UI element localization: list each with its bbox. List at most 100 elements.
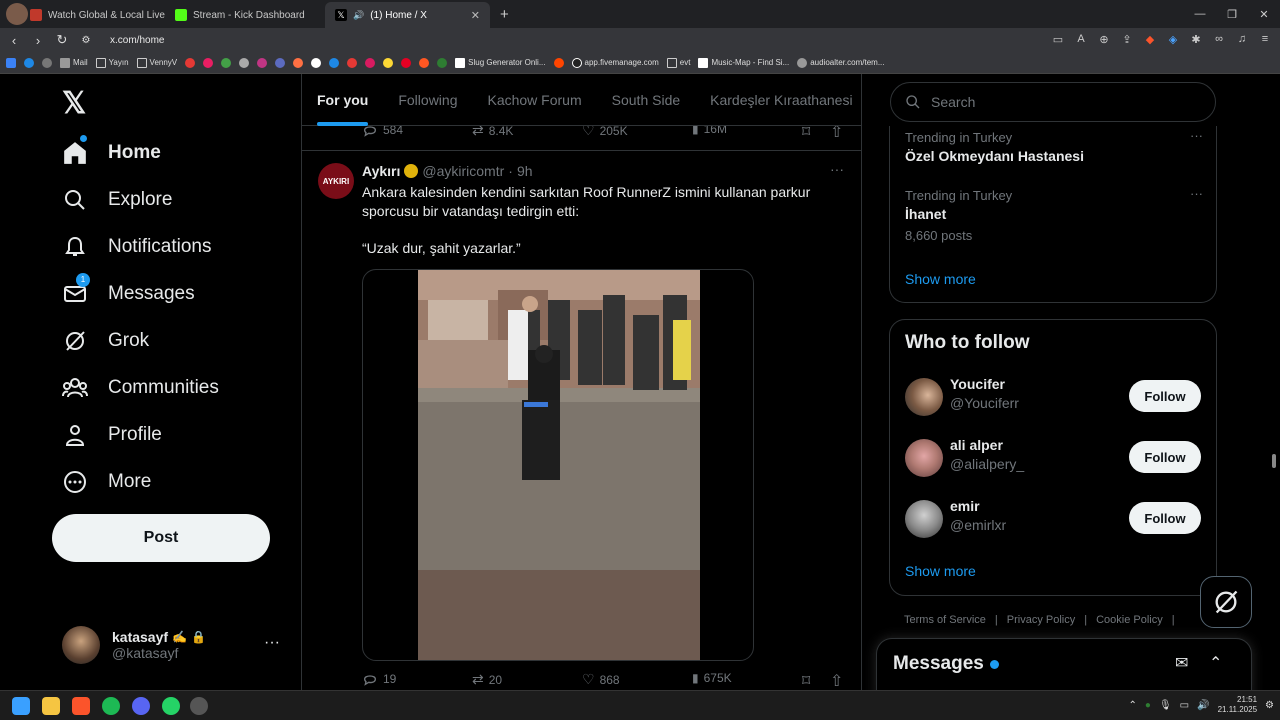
- browser-tab-2[interactable]: Stream - Kick Dashboard: [165, 2, 325, 28]
- wallet-icon[interactable]: ◈: [1166, 32, 1180, 46]
- trends-show-more-link[interactable]: Show more: [905, 271, 976, 287]
- nav-explore[interactable]: Explore: [62, 187, 172, 213]
- tweet-more-icon[interactable]: ···: [830, 161, 844, 177]
- close-window-icon[interactable]: ✕: [1248, 0, 1280, 28]
- steam-icon[interactable]: [190, 697, 208, 715]
- cookie-link[interactable]: Cookie Policy: [1096, 614, 1163, 626]
- brave-browser-icon[interactable]: [72, 697, 90, 715]
- scrollbar-thumb[interactable]: [1272, 454, 1276, 468]
- terms-link[interactable]: Terms of Service: [904, 614, 986, 626]
- tweet-author-name[interactable]: Aykırı: [362, 163, 400, 179]
- share-icon[interactable]: ⇪: [1120, 32, 1134, 46]
- repost-button[interactable]: ⇄ 20: [472, 671, 502, 688]
- grok-floating-button[interactable]: [1200, 576, 1252, 628]
- bookmark-icon-only[interactable]: [401, 57, 412, 68]
- discord-icon[interactable]: [132, 697, 150, 715]
- media-icon[interactable]: ♫: [1235, 32, 1249, 46]
- site-info-icon[interactable]: ⚙: [76, 35, 96, 46]
- whatsapp-icon[interactable]: [162, 697, 180, 715]
- windows-start-icon[interactable]: [12, 697, 30, 715]
- x-logo-icon[interactable]: 𝕏: [62, 86, 86, 121]
- bookmark-icon-only[interactable]: [347, 57, 358, 68]
- bookmark-icon-only[interactable]: [553, 57, 564, 68]
- follow-button[interactable]: Follow: [1129, 441, 1201, 473]
- bookmark-icon-only[interactable]: [257, 57, 268, 68]
- trend-more-icon[interactable]: ···: [1190, 186, 1203, 201]
- bookmark-icon-only[interactable]: [221, 57, 232, 68]
- trend-more-icon[interactable]: ···: [1190, 128, 1203, 143]
- bookmark-icon-only[interactable]: [437, 57, 448, 68]
- tab-following[interactable]: Following: [383, 74, 472, 126]
- bookmark-icon-only[interactable]: [239, 57, 250, 68]
- bookmark-icon-only[interactable]: [311, 57, 322, 68]
- bookmark-icon-only[interactable]: [419, 57, 430, 68]
- tab-south-side[interactable]: South Side: [597, 74, 696, 126]
- bookmark-folder-evt[interactable]: evt: [666, 57, 690, 68]
- follow-suggestion[interactable]: ali alper @alialpery_ Follow: [905, 435, 1205, 485]
- translate-icon[interactable]: A: [1074, 32, 1088, 46]
- tray-app-icon[interactable]: ●: [1145, 700, 1151, 711]
- tweet-video[interactable]: [362, 269, 754, 661]
- follow-button[interactable]: Follow: [1129, 502, 1201, 534]
- tab-close-icon[interactable]: ✕: [471, 9, 480, 22]
- tweet-author-handle[interactable]: @aykiricomtr: [422, 163, 504, 179]
- bookmark-audioalter[interactable]: audioalter.com/tem...: [797, 57, 885, 68]
- new-message-icon[interactable]: ✉: [1175, 653, 1188, 673]
- zoom-icon[interactable]: ⊕: [1097, 32, 1111, 46]
- clock[interactable]: 21:51 21.11.2025: [1218, 695, 1257, 715]
- tab-kachow-forum[interactable]: Kachow Forum: [472, 74, 596, 126]
- url-field[interactable]: x.com/home: [110, 35, 164, 46]
- microphone-icon[interactable]: 🎙: [1159, 700, 1172, 711]
- avatar[interactable]: AYKIRI: [318, 163, 354, 199]
- account-more-icon[interactable]: ···: [264, 634, 280, 652]
- volume-icon[interactable]: 🔊: [1197, 700, 1209, 711]
- nav-grok[interactable]: Grok: [62, 328, 149, 354]
- notification-icon[interactable]: ⚙: [1265, 700, 1274, 711]
- follow-button[interactable]: Follow: [1129, 380, 1201, 412]
- browser-tab-3[interactable]: 𝕏 🔊 (1) Home / X ✕: [325, 2, 490, 28]
- bookmark-icon-only[interactable]: [203, 57, 214, 68]
- bookmark-slug-generator[interactable]: Slug Generator Onli...: [455, 57, 546, 68]
- reload-icon[interactable]: ↻: [52, 32, 72, 48]
- account-switcher[interactable]: katasayf ✍ 🔒 @katasayf: [62, 626, 206, 664]
- bookmark-icon-only[interactable]: [365, 57, 376, 68]
- network-icon[interactable]: ▭: [1180, 700, 1189, 711]
- bookmark-icon-only[interactable]: [6, 57, 16, 68]
- link-icon[interactable]: ∞: [1212, 32, 1226, 46]
- cast-icon[interactable]: ▭: [1051, 32, 1065, 46]
- views-button[interactable]: ▮ 675K: [692, 671, 732, 685]
- tab-kardesler[interactable]: Kardeşler Kıraathanesi: [695, 74, 861, 126]
- tweet-timestamp[interactable]: 9h: [517, 163, 533, 179]
- bookmark-icon-only[interactable]: [383, 57, 394, 68]
- share-button[interactable]: ⇧: [830, 671, 843, 690]
- nav-profile[interactable]: Profile: [62, 422, 162, 448]
- bookmark-icon-only[interactable]: [293, 57, 304, 68]
- spotify-icon[interactable]: [102, 697, 120, 715]
- brave-shield-icon[interactable]: ◆: [1143, 32, 1157, 46]
- follow-suggestion[interactable]: emir @emirlxr Follow: [905, 496, 1205, 546]
- messages-drawer[interactable]: Messages ✉ ⌃: [876, 638, 1252, 698]
- nav-messages[interactable]: 1 Messages: [62, 273, 195, 307]
- privacy-link[interactable]: Privacy Policy: [1007, 614, 1075, 626]
- post-button[interactable]: Post: [52, 514, 270, 562]
- nav-more[interactable]: More: [62, 469, 151, 495]
- bookmark-mail[interactable]: Mail: [60, 57, 88, 68]
- file-explorer-icon[interactable]: [42, 697, 60, 715]
- bookmark-folder-vennyv[interactable]: VennyV: [136, 57, 177, 68]
- maximize-icon[interactable]: ❐: [1216, 0, 1248, 28]
- follow-suggestion[interactable]: Youcifer @Youciferr Follow: [905, 374, 1205, 424]
- bookmark-icon-only[interactable]: [24, 57, 34, 68]
- forward-icon[interactable]: ›: [28, 33, 48, 48]
- bookmark-icon-only[interactable]: [329, 57, 340, 68]
- bookmark-button[interactable]: ⌑: [802, 671, 810, 690]
- bookmark-icon-only[interactable]: [42, 57, 52, 68]
- bookmark-folder-yayin[interactable]: Yayın: [95, 57, 129, 68]
- search-input[interactable]: Search: [890, 82, 1216, 122]
- menu-icon[interactable]: ≡: [1258, 32, 1272, 46]
- follow-show-more-link[interactable]: Show more: [905, 563, 976, 579]
- trend-item[interactable]: Trending in Turkey Özel Okmeydanı Hastan…: [905, 130, 1084, 164]
- expand-icon[interactable]: ⌃: [1209, 653, 1222, 673]
- tab-for-you[interactable]: For you: [302, 74, 383, 126]
- like-button[interactable]: ♡ 868: [582, 671, 620, 688]
- new-tab-button[interactable]: +: [500, 6, 509, 28]
